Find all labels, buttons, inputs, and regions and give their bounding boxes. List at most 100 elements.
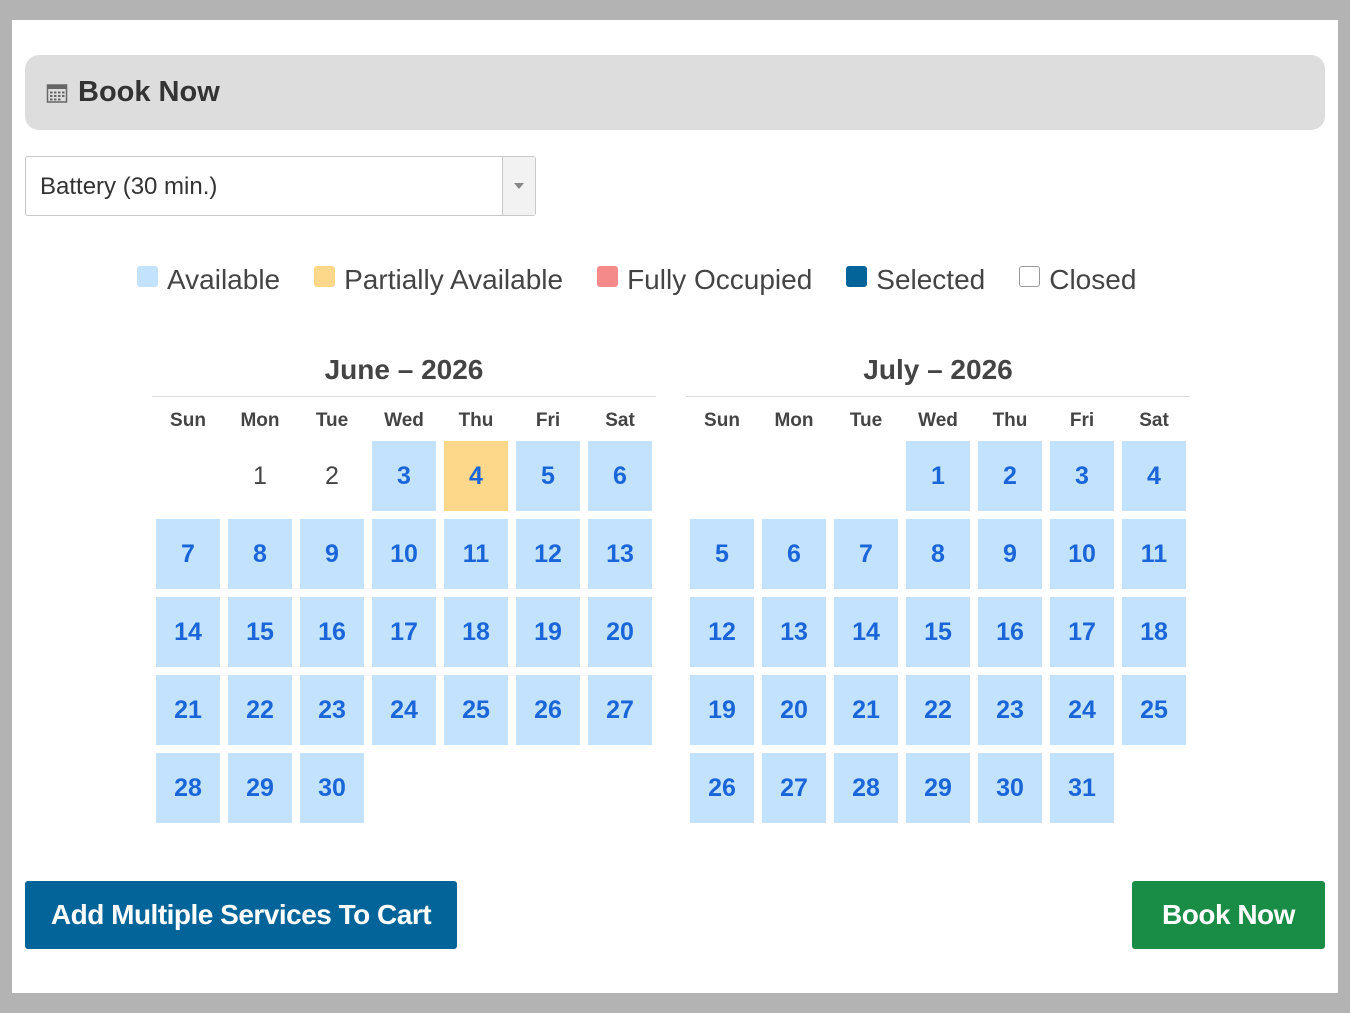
legend-swatch bbox=[314, 265, 336, 287]
empty-day-cell bbox=[444, 753, 508, 823]
weekday-label: Sun bbox=[704, 410, 740, 431]
weekday-label: Tue bbox=[849, 410, 883, 431]
day-cell[interactable]: 10 bbox=[1050, 519, 1114, 589]
day-cell[interactable]: 25 bbox=[1122, 675, 1186, 745]
legend-swatch bbox=[597, 265, 619, 287]
day-cell[interactable]: 11 bbox=[444, 519, 508, 589]
day-cell[interactable]: 9 bbox=[978, 519, 1042, 589]
weekday-label: Sat bbox=[1139, 410, 1169, 431]
weekday-label: Sun bbox=[170, 410, 206, 431]
day-cell[interactable]: 9 bbox=[300, 519, 364, 589]
empty-day-cell bbox=[690, 441, 754, 511]
empty-day-cell bbox=[1122, 753, 1186, 823]
empty-day-cell bbox=[834, 441, 898, 511]
day-cell[interactable]: 4 bbox=[1122, 441, 1186, 511]
day-cell[interactable]: 23 bbox=[978, 675, 1042, 745]
day-cell[interactable]: 30 bbox=[978, 753, 1042, 823]
weekday-label: Mon bbox=[774, 410, 814, 431]
week-row: 28 29 30 bbox=[152, 753, 656, 831]
empty-day-cell bbox=[516, 753, 580, 823]
day-cell[interactable]: 18 bbox=[1122, 597, 1186, 667]
day-cell[interactable]: 13 bbox=[588, 519, 652, 589]
day-cell[interactable]: 20 bbox=[762, 675, 826, 745]
month-grid: 1 2 3 4 5 6 7 8 9 10 11 12 13 14 15 16 17 18 19 20 21 22 23 24 2… bbox=[686, 441, 1190, 831]
day-cell[interactable]: 29 bbox=[228, 753, 292, 823]
weekday-header: Sun Mon Tue Wed Thu Fri Sat bbox=[152, 401, 656, 441]
day-cell[interactable]: 7 bbox=[156, 519, 220, 589]
day-cell[interactable]: 25 bbox=[444, 675, 508, 745]
day-cell[interactable]: 14 bbox=[834, 597, 898, 667]
day-cell[interactable]: 5 bbox=[690, 519, 754, 589]
day-cell[interactable]: 7 bbox=[834, 519, 898, 589]
weekday-label: Fri bbox=[535, 410, 561, 431]
day-cell[interactable]: 6 bbox=[588, 441, 652, 511]
day-cell[interactable]: 22 bbox=[228, 675, 292, 745]
empty-day-cell bbox=[156, 441, 220, 511]
day-cell: 1 bbox=[253, 461, 267, 490]
empty-day-cell bbox=[588, 753, 652, 823]
legend-item: Partially Available bbox=[314, 264, 563, 296]
month-grid: 1 2 3 4 5 6 7 8 9 10 11 12 13 14 15 16 17 18 19 20 21 22 23 24 2… bbox=[152, 441, 656, 831]
weekday-label: Wed bbox=[384, 410, 424, 431]
book-now-button[interactable]: Book Now bbox=[1132, 881, 1325, 949]
day-cell[interactable]: 11 bbox=[1122, 519, 1186, 589]
service-select[interactable]: Battery (30 min.) bbox=[25, 156, 536, 216]
day-cell[interactable]: 17 bbox=[1050, 597, 1114, 667]
day-cell[interactable]: 21 bbox=[834, 675, 898, 745]
weekday-label: Fri bbox=[1069, 410, 1095, 431]
day-cell[interactable]: 12 bbox=[516, 519, 580, 589]
empty-day-cell bbox=[762, 441, 826, 511]
month-title: June – 2026 bbox=[152, 352, 656, 397]
day-cell[interactable]: 15 bbox=[906, 597, 970, 667]
day-cell[interactable]: 30 bbox=[300, 753, 364, 823]
day-cell[interactable]: 3 bbox=[1050, 441, 1114, 511]
availability-legend: Available Partially Available Fully Occupi… bbox=[137, 260, 1136, 300]
day-cell[interactable]: 16 bbox=[300, 597, 364, 667]
day-cell[interactable]: 28 bbox=[834, 753, 898, 823]
day-cell[interactable]: 8 bbox=[228, 519, 292, 589]
day-cell[interactable]: 18 bbox=[444, 597, 508, 667]
day-cell[interactable]: 19 bbox=[690, 675, 754, 745]
day-cell[interactable]: 21 bbox=[156, 675, 220, 745]
day-cell[interactable]: 15 bbox=[228, 597, 292, 667]
day-cell[interactable]: 12 bbox=[690, 597, 754, 667]
legend-label: Closed bbox=[1049, 264, 1137, 295]
day-cell[interactable]: 3 bbox=[372, 441, 436, 511]
day-cell[interactable]: 17 bbox=[372, 597, 436, 667]
day-cell[interactable]: 8 bbox=[906, 519, 970, 589]
week-row: 5 6 7 8 9 10 11 bbox=[686, 519, 1190, 597]
day-cell[interactable]: 20 bbox=[588, 597, 652, 667]
day-cell[interactable]: 31 bbox=[1050, 753, 1114, 823]
legend-swatch bbox=[137, 265, 158, 287]
day-cell[interactable]: 27 bbox=[588, 675, 652, 745]
day-cell[interactable]: 26 bbox=[516, 675, 580, 745]
day-cell[interactable]: 1 bbox=[906, 441, 970, 511]
day-cell[interactable]: 24 bbox=[1050, 675, 1114, 745]
add-multiple-services-button[interactable]: Add Multiple Services To Cart bbox=[25, 881, 457, 949]
day-cell[interactable]: 14 bbox=[156, 597, 220, 667]
legend-item: Closed bbox=[1019, 264, 1136, 296]
day-cell[interactable]: 16 bbox=[978, 597, 1042, 667]
empty-day-cell bbox=[372, 753, 436, 823]
day-cell[interactable]: 29 bbox=[906, 753, 970, 823]
week-row: 21 22 23 24 25 26 27 bbox=[152, 675, 656, 753]
day-cell[interactable]: 5 bbox=[516, 441, 580, 511]
chevron-down-icon[interactable] bbox=[502, 157, 535, 215]
day-cell[interactable]: 4 bbox=[444, 441, 508, 511]
day-cell[interactable]: 2 bbox=[978, 441, 1042, 511]
weekday-label: Thu bbox=[458, 410, 494, 431]
day-cell[interactable]: 10 bbox=[372, 519, 436, 589]
day-cell[interactable]: 13 bbox=[762, 597, 826, 667]
day-cell[interactable]: 22 bbox=[906, 675, 970, 745]
day-cell[interactable]: 23 bbox=[300, 675, 364, 745]
weekday-label: Wed bbox=[918, 410, 958, 431]
day-cell[interactable]: 27 bbox=[762, 753, 826, 823]
day-cell[interactable]: 28 bbox=[156, 753, 220, 823]
day-cell[interactable]: 24 bbox=[372, 675, 436, 745]
day-cell[interactable]: 19 bbox=[516, 597, 580, 667]
day-cell[interactable]: 6 bbox=[762, 519, 826, 589]
service-select-value: Battery (30 min.) bbox=[40, 173, 218, 200]
calendar-july: July – 2026 Sun Mon Tue Wed Thu Fri Sat 123456… bbox=[686, 352, 1190, 831]
weekday-label: Sat bbox=[605, 410, 635, 431]
day-cell[interactable]: 26 bbox=[690, 753, 754, 823]
